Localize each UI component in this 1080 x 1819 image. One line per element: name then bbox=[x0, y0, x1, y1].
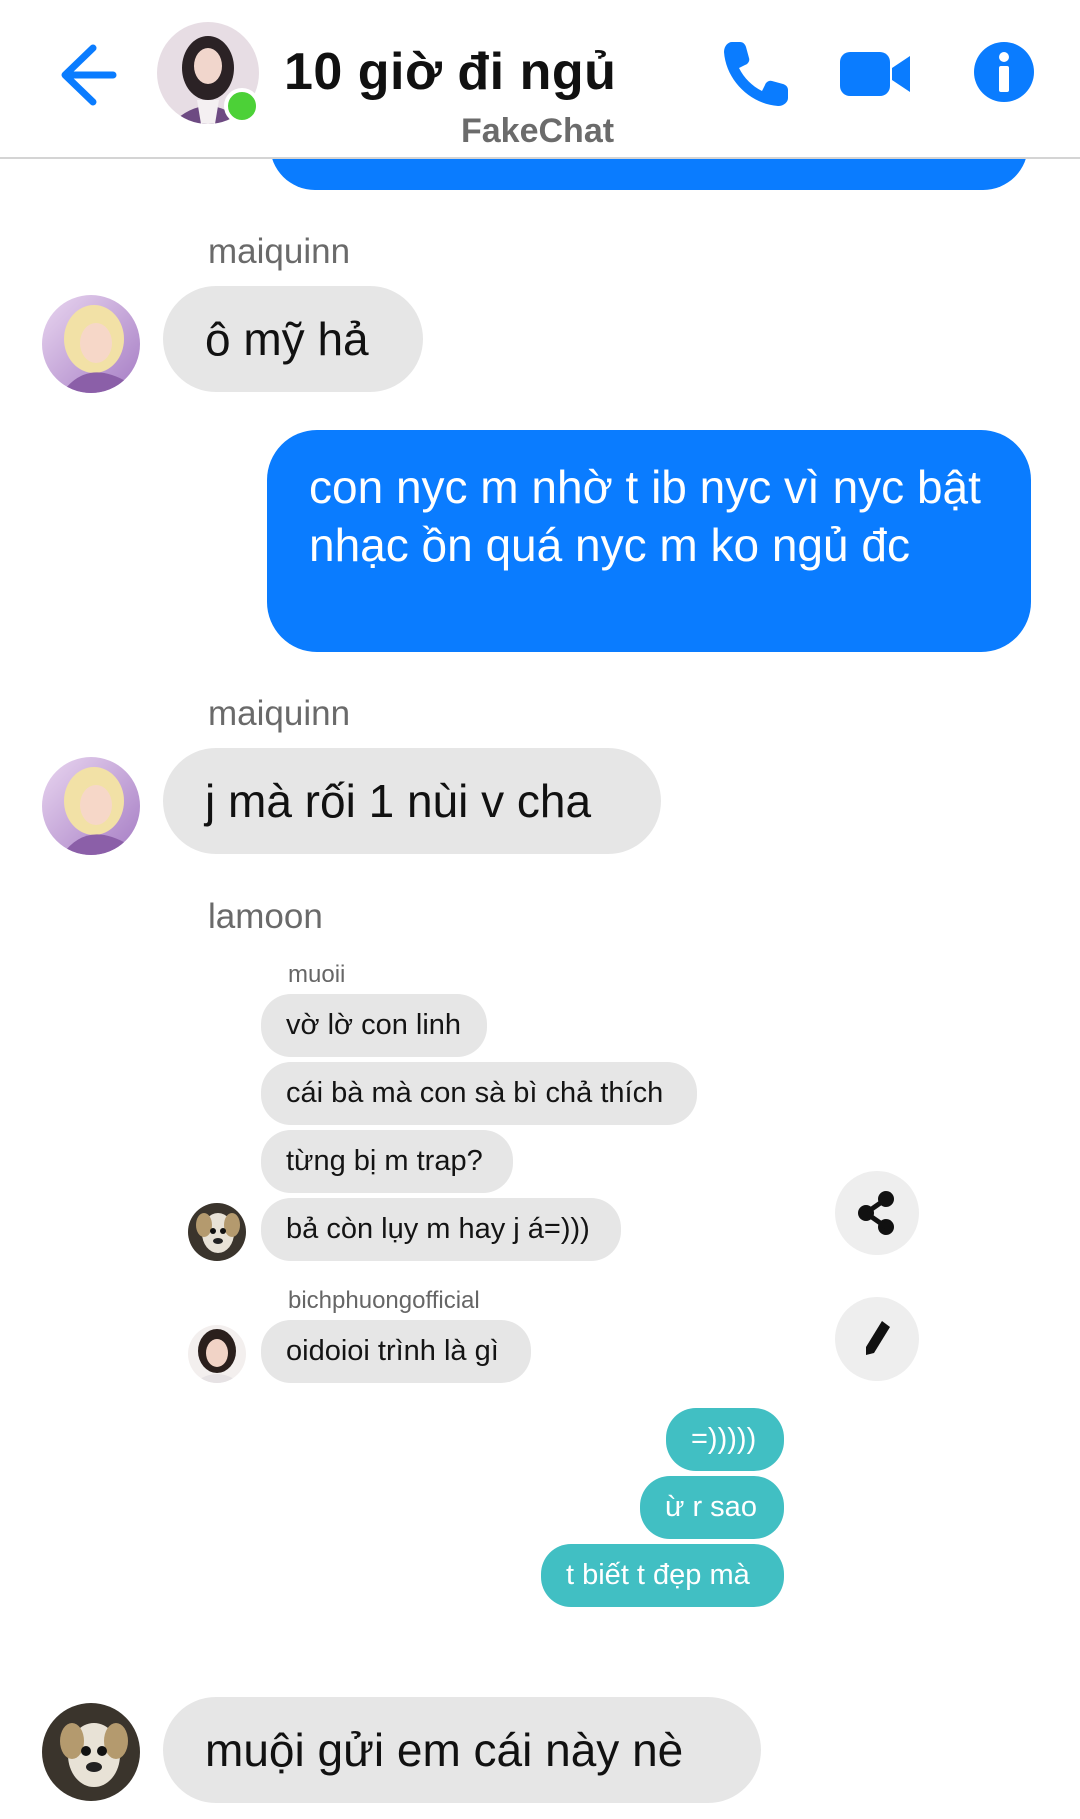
sender-name: lamoon bbox=[208, 897, 323, 936]
info-button[interactable] bbox=[972, 40, 1036, 104]
shared-message: từng bị m trap? bbox=[261, 1130, 513, 1193]
share-icon bbox=[858, 1191, 894, 1235]
pencil-icon bbox=[866, 1321, 890, 1355]
chat-title[interactable]: 10 giờ đi ngủ bbox=[284, 42, 616, 102]
info-icon bbox=[974, 42, 1034, 102]
shared-message: vờ lờ con linh bbox=[261, 994, 487, 1057]
message-bubble[interactable]: j mà rối 1 nùi v cha bbox=[163, 748, 661, 854]
online-status-dot bbox=[224, 88, 260, 124]
share-button[interactable] bbox=[835, 1171, 919, 1255]
shared-message: cái bà mà con sà bì chả thích bbox=[261, 1062, 697, 1125]
shared-avatar-dog bbox=[188, 1203, 246, 1261]
shared-outgoing-message: ừ r sao bbox=[640, 1476, 784, 1539]
avatar-photo bbox=[42, 757, 140, 855]
sender-avatar[interactable] bbox=[42, 757, 140, 855]
watermark: FakeChat bbox=[461, 112, 615, 150]
chat-avatar[interactable] bbox=[157, 22, 260, 124]
chat-screen: maiquinn ô mỹ hả con nyc m nhờ t ib nyc … bbox=[0, 0, 1080, 1819]
shared-message: bả còn lụy m hay j á=))) bbox=[261, 1198, 621, 1261]
avatar-photo bbox=[42, 1703, 140, 1801]
sender-avatar[interactable] bbox=[42, 295, 140, 393]
shared-sender-name: bichphuongofficial bbox=[288, 1287, 480, 1314]
edit-button[interactable] bbox=[835, 1297, 919, 1381]
message-bubble[interactable]: muội gửi em cái này nè bbox=[163, 1697, 761, 1803]
shared-avatar-girl bbox=[188, 1325, 246, 1383]
shared-message: oidoioi trình là gì bbox=[261, 1320, 531, 1383]
avatar-photo bbox=[188, 1325, 246, 1383]
outgoing-message-bubble[interactable]: con nyc m nhờ t ib nyc vì nyc bật nhạc ồ… bbox=[267, 430, 1031, 652]
message-text: con nyc m nhờ t ib nyc vì nyc bật nhạc ồ… bbox=[309, 461, 981, 571]
call-button[interactable] bbox=[718, 36, 794, 112]
avatar-photo bbox=[42, 295, 140, 393]
phone-icon bbox=[724, 42, 788, 106]
shared-outgoing-message: =))))) bbox=[666, 1408, 784, 1471]
shared-sender-name: muoii bbox=[288, 961, 346, 988]
sender-name: maiquinn bbox=[208, 694, 351, 733]
message-bubble[interactable]: ô mỹ hả bbox=[163, 286, 423, 392]
chat-header: 10 giờ đi ngủ FakeChat bbox=[0, 0, 1080, 159]
video-camera-icon bbox=[840, 52, 910, 96]
shared-outgoing-message: t biết t đẹp mà bbox=[541, 1544, 784, 1607]
back-button[interactable] bbox=[55, 42, 147, 108]
video-call-button[interactable] bbox=[838, 46, 912, 102]
sender-avatar[interactable] bbox=[42, 1703, 140, 1801]
sender-name: maiquinn bbox=[208, 232, 351, 271]
back-arrow-icon bbox=[61, 44, 117, 106]
avatar-photo bbox=[188, 1203, 246, 1261]
